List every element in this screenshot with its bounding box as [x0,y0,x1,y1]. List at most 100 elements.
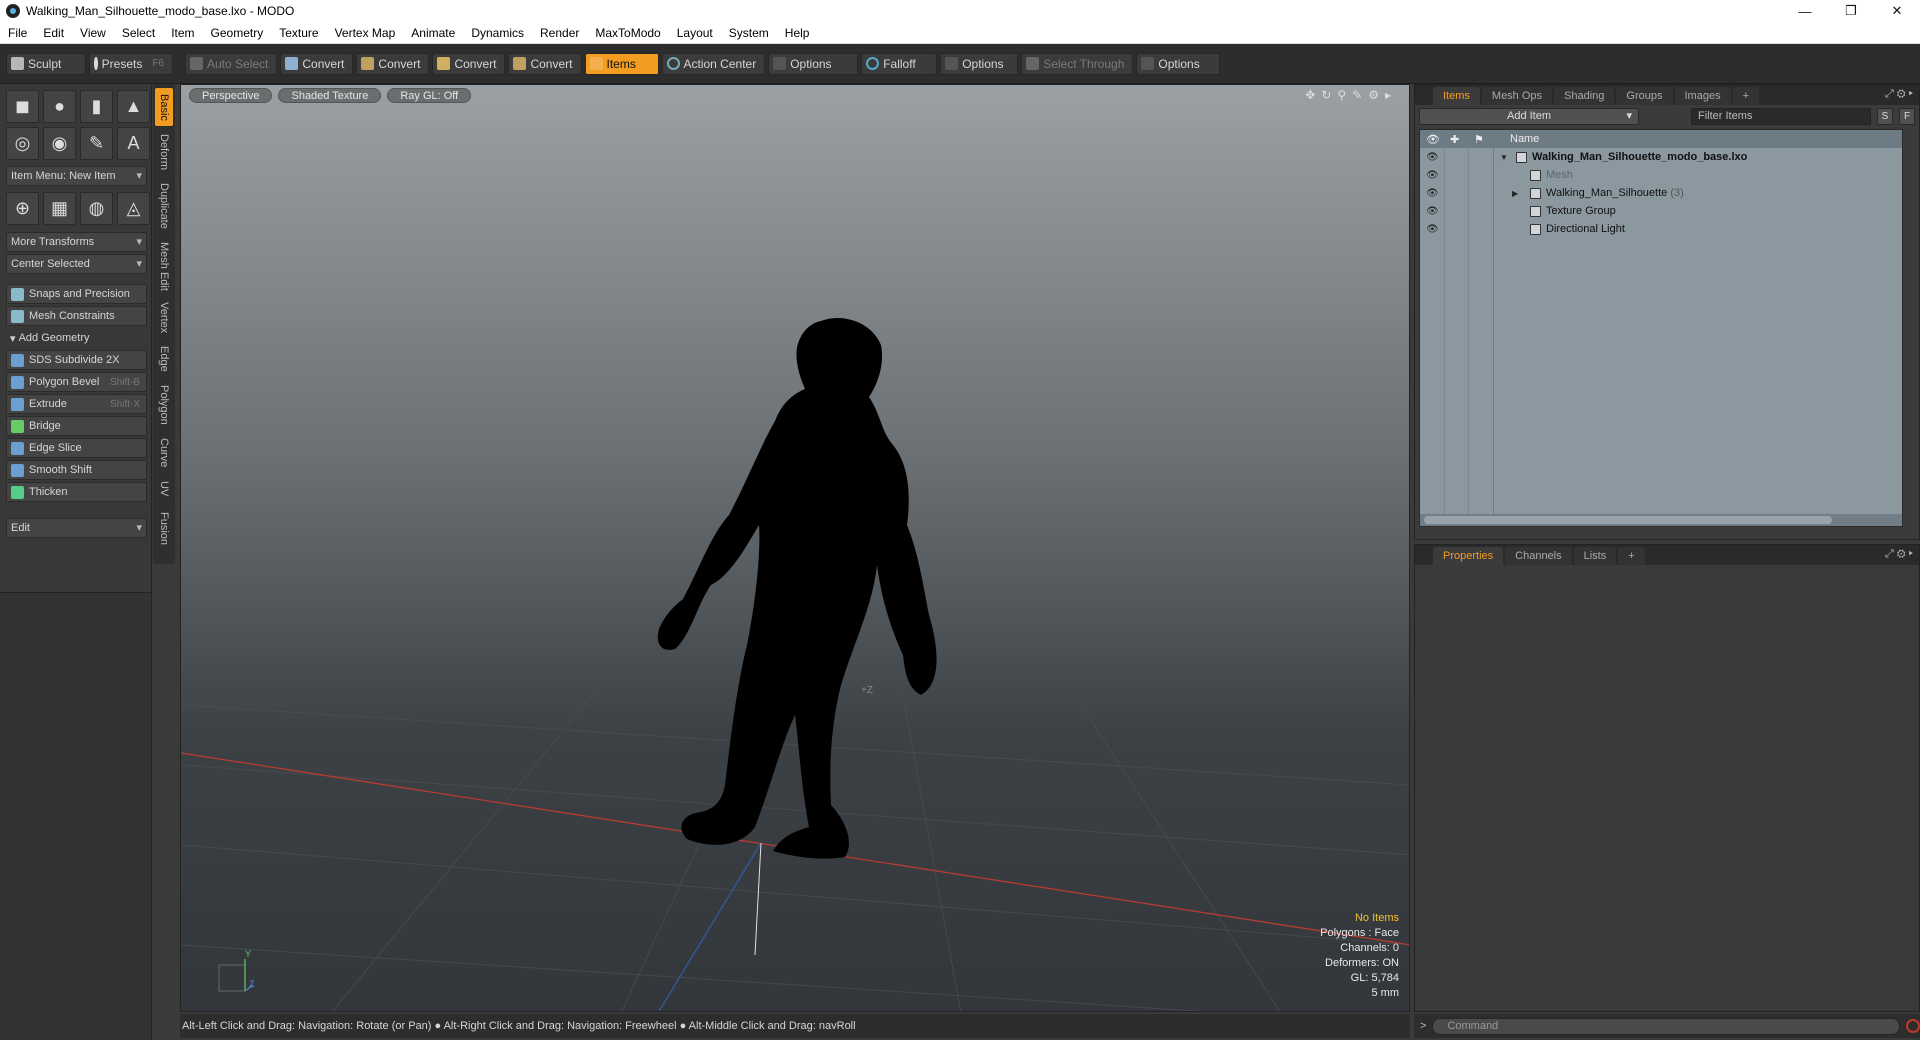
menu-select[interactable]: Select [114,26,163,40]
tab-edge[interactable]: Edge [155,342,173,376]
tree-horizontal-scrollbar[interactable] [1420,514,1902,526]
action-center-button[interactable]: Action Center [661,52,766,75]
thicken-button[interactable]: Thicken [6,482,147,502]
add-item-dropdown[interactable]: Add Item [1419,107,1639,125]
tree-row-mesh[interactable]: 👁 Mesh [1420,166,1902,184]
tab-curve[interactable]: Curve [155,434,173,472]
item-menu-dropdown[interactable]: Item Menu: New Item [6,166,147,186]
pyramid-icon[interactable]: ◬ [117,192,150,225]
eye-icon[interactable]: 👁 [1426,224,1439,235]
eye-icon[interactable]: 👁 [1426,206,1439,217]
sculpt-button[interactable]: Sculpt [6,52,86,75]
pen-icon[interactable]: ✎ [80,127,113,160]
falloff-options-button[interactable]: Options [940,52,1019,75]
menu-geometry[interactable]: Geometry [203,26,272,40]
sphere-icon[interactable]: ● [43,90,76,123]
menu-view[interactable]: View [72,26,114,40]
menu-system[interactable]: System [721,26,777,40]
select-through-button[interactable]: Select Through [1021,52,1134,75]
select-through-options-button[interactable]: Options [1136,52,1221,75]
menu-vertex-map[interactable]: Vertex Map [327,26,404,40]
filter-items-input[interactable]: Filter Items [1691,107,1871,125]
view-perspective-button[interactable]: Perspective [189,88,273,103]
tab-mesh-edit[interactable]: Mesh Edit [155,238,173,294]
cone-icon[interactable]: ▲ [117,90,150,123]
sds-subdivide-button[interactable]: SDS Subdivide 2X [6,350,147,370]
tab-properties[interactable]: Properties [1433,547,1504,565]
more-transforms-dropdown[interactable]: More Transforms [6,232,147,252]
add-geometry-section[interactable]: ▾ Add Geometry [6,329,147,347]
expand-arrow-icon[interactable]: ▶ [1512,189,1518,198]
smooth-shift-button[interactable]: Smooth Shift [6,460,147,480]
transform-icon[interactable]: ⊕ [6,192,39,225]
chevron-right-icon[interactable]: ▸ [1385,88,1391,102]
menu-maxtomodo[interactable]: MaxToModo [587,26,668,40]
tab-groups[interactable]: Groups [1616,87,1673,105]
grid-icon[interactable]: ▦ [43,192,76,225]
presets-button[interactable]: Presets F6 [89,52,173,75]
menu-layout[interactable]: Layout [669,26,721,40]
rotate-icon[interactable]: ↻ [1321,88,1331,102]
menu-edit[interactable]: Edit [35,26,72,40]
add-tab-icon[interactable]: + [1618,547,1645,565]
menu-render[interactable]: Render [532,26,587,40]
cube-icon[interactable]: ◼ [6,90,39,123]
record-macro-icon[interactable] [1906,1019,1920,1033]
expand-arrow-icon[interactable]: ▼ [1500,153,1508,162]
menu-animate[interactable]: Animate [403,26,463,40]
globe-icon[interactable]: ◍ [80,192,113,225]
pan-icon[interactable]: ✥ [1305,88,1315,102]
eye-icon[interactable]: 👁 [1426,188,1439,199]
text-icon[interactable]: A [117,127,150,160]
tab-fusion[interactable]: Fusion [155,508,173,550]
tab-mesh-ops[interactable]: Mesh Ops [1481,87,1553,105]
eye-icon[interactable]: 👁 [1426,152,1439,163]
filter-f-button[interactable]: F [1899,107,1915,125]
tab-items[interactable]: Items [1433,87,1480,105]
command-input[interactable]: Command [1432,1017,1901,1035]
bridge-button[interactable]: Bridge [6,416,147,436]
close-button[interactable]: ✕ [1874,0,1920,22]
minimize-button[interactable]: — [1782,0,1828,22]
tab-vertex[interactable]: Vertex [155,298,173,338]
edge-slice-button[interactable]: Edge Slice [6,438,147,458]
eye-icon[interactable]: 👁 [1426,170,1439,181]
mesh-constraints-button[interactable]: Mesh Constraints [6,306,147,326]
zoom-icon[interactable]: ⚲ [1337,88,1346,102]
cylinder-icon[interactable]: ▮ [80,90,113,123]
menu-texture[interactable]: Texture [271,26,326,40]
ray-gl-button[interactable]: Ray GL: Off [387,88,472,103]
scrollbar-thumb[interactable] [1424,516,1832,524]
tab-images[interactable]: Images [1674,87,1731,105]
menu-item[interactable]: Item [163,26,202,40]
convert-materials-button[interactable]: Convert [508,52,582,75]
tab-shading[interactable]: Shading [1554,87,1615,105]
tab-channels[interactable]: Channels [1505,547,1572,565]
tab-lists[interactable]: Lists [1573,547,1617,565]
edit-dropdown[interactable]: Edit [6,518,147,538]
tab-polygon[interactable]: Polygon [155,380,173,430]
menu-help[interactable]: Help [777,26,818,40]
tab-deform[interactable]: Deform [155,130,173,174]
menu-file[interactable]: File [0,26,35,40]
tab-duplicate[interactable]: Duplicate [155,178,173,234]
walking-man-silhouette[interactable] [657,318,937,859]
snaps-precision-button[interactable]: Snaps and Precision [6,284,147,304]
tree-row-directional-light[interactable]: 👁 Directional Light [1420,220,1902,238]
filter-s-button[interactable]: S [1877,107,1893,125]
tree-row-texture-group[interactable]: 👁 Texture Group [1420,202,1902,220]
convert-vertices-button[interactable]: Convert [280,52,354,75]
panel-options-icon[interactable]: ⤢ ⚙ ▸ [1885,88,1913,101]
tree-row-scene[interactable]: 👁 ▼ Walking_Man_Silhouette_modo_base.lxo [1420,148,1902,166]
convert-edges-button[interactable]: Convert [356,52,430,75]
brush-icon[interactable]: ✎ [1352,88,1362,102]
torus-icon[interactable]: ◎ [6,127,39,160]
tab-basic[interactable]: Basic [155,88,173,126]
convert-polygons-button[interactable]: Convert [432,52,506,75]
tree-row-walking-man[interactable]: 👁 ▶ Walking_Man_Silhouette (3) [1420,184,1902,202]
center-selected-dropdown[interactable]: Center Selected [6,254,147,274]
polygon-bevel-button[interactable]: Polygon Bevel Shift-B [6,372,147,392]
action-center-options-button[interactable]: Options [768,52,859,75]
capsule-icon[interactable]: ◉ [43,127,76,160]
gear-icon[interactable]: ⚙ [1368,88,1379,102]
